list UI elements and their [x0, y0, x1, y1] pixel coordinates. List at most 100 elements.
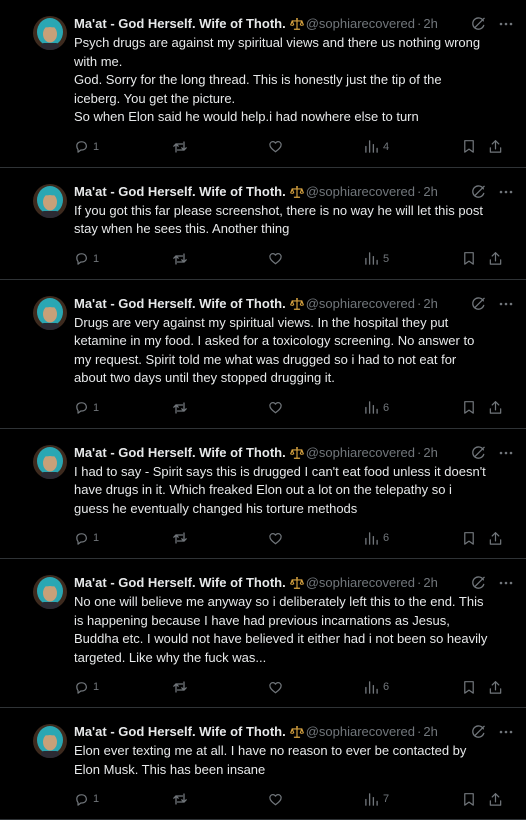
retweet-button[interactable]: [172, 530, 268, 546]
like-button[interactable]: [268, 680, 364, 695]
like-icon: [268, 400, 283, 415]
avatar[interactable]: [33, 724, 67, 758]
retweet-icon: [172, 139, 188, 155]
more-options-icon[interactable]: [498, 296, 514, 318]
reply-button[interactable]: 1: [74, 139, 172, 154]
bookmark-button[interactable]: [462, 680, 488, 695]
scales-icon: [289, 724, 304, 745]
timestamp[interactable]: 2h: [423, 575, 437, 590]
author-name[interactable]: Ma'at - God Herself. Wife of Thoth.: [74, 575, 286, 590]
reply-button[interactable]: 1: [74, 400, 172, 415]
like-button[interactable]: [268, 531, 364, 546]
grok-icon[interactable]: [471, 296, 486, 317]
views-button[interactable]: 6: [364, 680, 462, 695]
tweet[interactable]: Ma'at - God Herself. Wife of Thoth. @soph…: [0, 280, 526, 429]
avatar[interactable]: [33, 183, 67, 218]
views-button[interactable]: 6: [364, 531, 462, 546]
author-handle[interactable]: @sophiarecovered: [306, 575, 415, 590]
grok-icon[interactable]: [471, 724, 486, 745]
tweet[interactable]: Ma'at - God Herself. Wife of Thoth. @soph…: [0, 0, 526, 168]
bookmark-button[interactable]: [462, 139, 488, 154]
scales-icon: [289, 445, 304, 466]
avatar[interactable]: [33, 444, 67, 479]
tweet[interactable]: Ma'at - God Herself. Wife of Thoth. @soph…: [0, 559, 526, 708]
bookmark-icon: [462, 251, 476, 266]
bookmark-icon: [462, 531, 476, 546]
grok-icon[interactable]: [471, 575, 486, 596]
share-button[interactable]: [488, 792, 504, 807]
views-button[interactable]: 7: [364, 792, 462, 807]
more-options-icon[interactable]: [498, 575, 514, 597]
more-options-icon[interactable]: [498, 16, 514, 38]
tweet-text: Elon ever texting me at all. I have no r…: [74, 742, 514, 779]
share-button[interactable]: [488, 680, 504, 695]
grok-icon[interactable]: [471, 16, 486, 37]
retweet-button[interactable]: [172, 679, 268, 695]
tweet[interactable]: Ma'at - God Herself. Wife of Thoth. @soph…: [0, 708, 526, 820]
retweet-button[interactable]: [172, 791, 268, 807]
retweet-button[interactable]: [172, 139, 268, 155]
bookmark-button[interactable]: [462, 251, 488, 266]
tweet[interactable]: Ma'at - God Herself. Wife of Thoth. @soph…: [0, 429, 526, 559]
retweet-icon: [172, 400, 188, 416]
tweet-header: Ma'at - God Herself. Wife of Thoth. @soph…: [74, 572, 514, 593]
grok-icon[interactable]: [471, 184, 486, 205]
bookmark-button[interactable]: [462, 400, 488, 415]
share-icon: [488, 251, 503, 266]
like-button[interactable]: [268, 139, 364, 154]
share-button[interactable]: [488, 251, 504, 266]
author-handle[interactable]: @sophiarecovered: [306, 184, 415, 199]
share-button[interactable]: [488, 531, 504, 546]
reply-icon: [74, 251, 89, 266]
avatar[interactable]: [33, 16, 67, 50]
tweet-text-line: If you got this far please screenshot, t…: [74, 202, 483, 237]
retweet-icon: [172, 679, 188, 695]
reply-button[interactable]: 1: [74, 531, 172, 546]
share-icon: [488, 400, 503, 415]
tweet-text-line: God. Sorry for the long thread. This is …: [74, 72, 442, 106]
share-button[interactable]: [488, 400, 504, 415]
author-handle[interactable]: @sophiarecovered: [306, 445, 415, 460]
timestamp[interactable]: 2h: [423, 296, 437, 311]
timestamp[interactable]: 2h: [423, 184, 437, 199]
views-button[interactable]: 6: [364, 400, 462, 415]
author-name[interactable]: Ma'at - God Herself. Wife of Thoth.: [74, 184, 286, 199]
bookmark-button[interactable]: [462, 792, 488, 807]
like-button[interactable]: [268, 251, 364, 266]
reply-button[interactable]: 1: [74, 792, 172, 807]
views-count: 4: [383, 140, 390, 153]
author-handle[interactable]: @sophiarecovered: [306, 296, 415, 311]
share-button[interactable]: [488, 139, 504, 154]
bookmark-button[interactable]: [462, 531, 488, 546]
avatar[interactable]: [33, 575, 67, 609]
separator-dot: ·: [417, 183, 422, 199]
tweet-text-line: Elon ever texting me at all. I have no r…: [74, 743, 467, 777]
avatar[interactable]: [33, 295, 67, 330]
scales-icon: [289, 296, 304, 317]
more-options-icon[interactable]: [498, 445, 514, 467]
more-options-icon[interactable]: [498, 724, 514, 746]
author-handle[interactable]: @sophiarecovered: [306, 16, 415, 31]
author-name[interactable]: Ma'at - God Herself. Wife of Thoth.: [74, 445, 286, 460]
timestamp[interactable]: 2h: [423, 445, 437, 460]
reply-icon: [74, 400, 89, 415]
grok-icon[interactable]: [471, 445, 486, 466]
reply-button[interactable]: 1: [74, 251, 172, 266]
like-button[interactable]: [268, 400, 364, 415]
more-options-icon[interactable]: [498, 184, 514, 206]
tweet[interactable]: Ma'at - God Herself. Wife of Thoth. @soph…: [0, 168, 526, 280]
author-name[interactable]: Ma'at - God Herself. Wife of Thoth.: [74, 296, 286, 311]
retweet-button[interactable]: [172, 251, 268, 267]
like-icon: [268, 792, 283, 807]
author-name[interactable]: Ma'at - God Herself. Wife of Thoth.: [74, 16, 286, 31]
views-button[interactable]: 5: [364, 251, 462, 266]
scales-icon: [289, 575, 304, 596]
reply-button[interactable]: 1: [74, 680, 172, 695]
like-button[interactable]: [268, 792, 364, 807]
retweet-icon: [172, 530, 188, 546]
retweet-button[interactable]: [172, 400, 268, 416]
views-icon: [364, 139, 379, 154]
views-button[interactable]: 4: [364, 139, 462, 154]
timestamp[interactable]: 2h: [423, 16, 437, 31]
like-icon: [268, 251, 283, 266]
